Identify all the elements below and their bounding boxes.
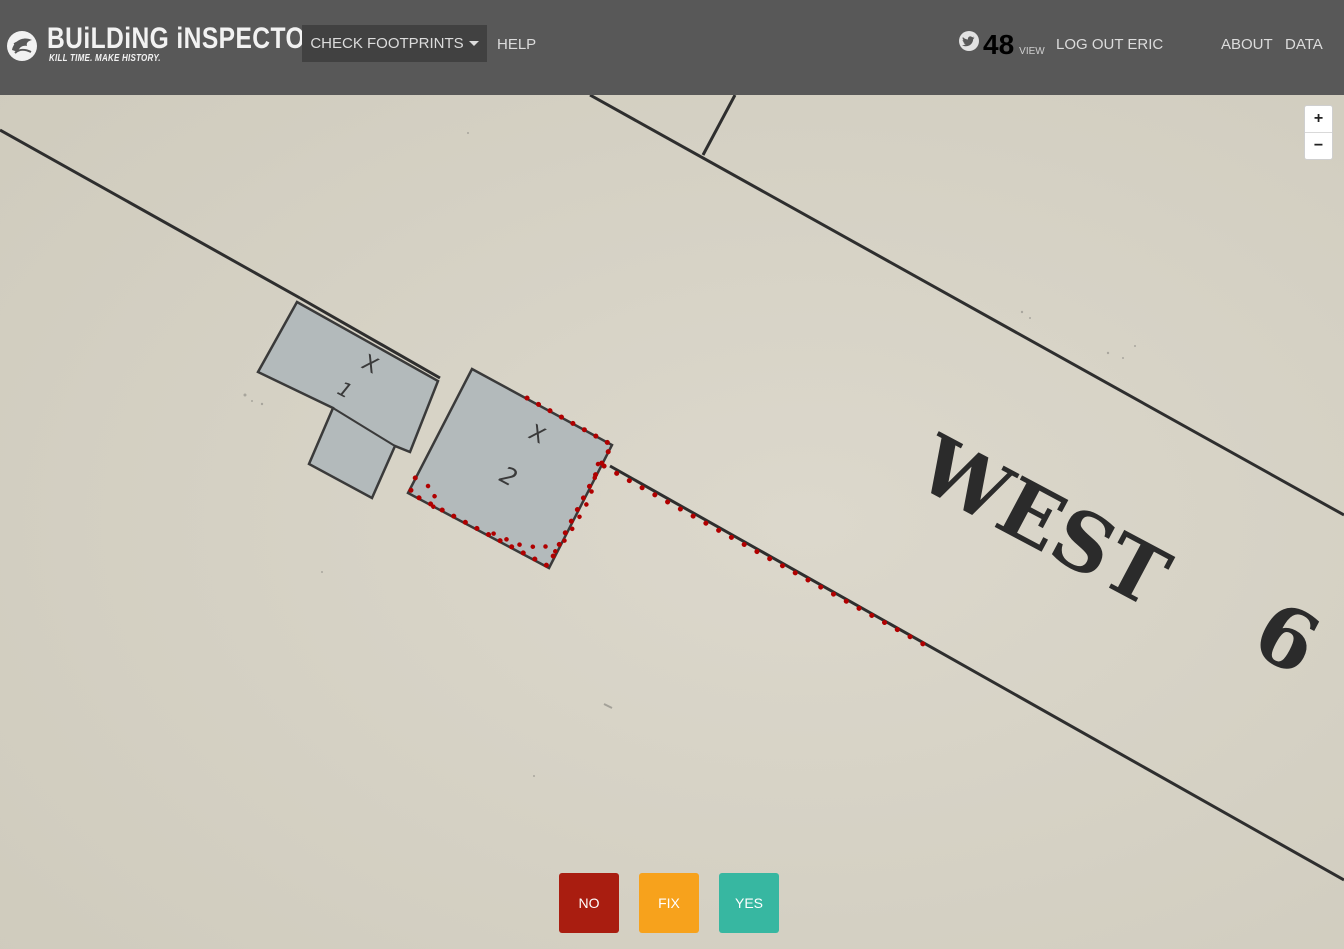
historic-map: X 1 X 2 WEST 6 <box>0 95 1344 949</box>
zoom-in-button[interactable]: + <box>1305 106 1332 132</box>
logout-link[interactable]: LOG OUT ERIC <box>1056 36 1163 53</box>
yes-button[interactable]: YES <box>719 873 779 933</box>
nypl-lion-icon <box>7 31 37 61</box>
score-view-link[interactable]: VIEW <box>1019 46 1045 57</box>
fix-button[interactable]: FIX <box>639 873 699 933</box>
zoom-control: + − <box>1304 105 1333 160</box>
app-title: BUiLDiNG iNSPECTOR <box>47 22 324 55</box>
check-footprints-dropdown[interactable]: CHECK FOOTPRINTS <box>302 25 487 62</box>
data-link[interactable]: DATA <box>1285 36 1323 53</box>
caret-down-icon <box>468 41 479 46</box>
top-navbar: BUiLDiNG iNSPECTOR KILL TIME. MAKE HISTO… <box>0 0 1344 95</box>
help-link[interactable]: HELP <box>497 36 536 53</box>
no-button[interactable]: NO <box>559 873 619 933</box>
app-tagline: KILL TIME. MAKE HISTORY. <box>49 53 161 64</box>
about-link[interactable]: ABOUT <box>1221 36 1273 53</box>
zoom-out-button[interactable]: − <box>1305 132 1332 159</box>
map-canvas[interactable]: X 1 X 2 WEST 6 <box>0 95 1344 949</box>
app-logo[interactable]: BUiLDiNG iNSPECTOR KILL TIME. MAKE HISTO… <box>6 24 323 64</box>
score-count: 48 <box>983 29 1015 60</box>
twitter-icon[interactable] <box>959 31 979 51</box>
score-display[interactable]: 48 VIEW <box>959 27 1045 59</box>
dropdown-label: CHECK FOOTPRINTS <box>310 35 464 52</box>
